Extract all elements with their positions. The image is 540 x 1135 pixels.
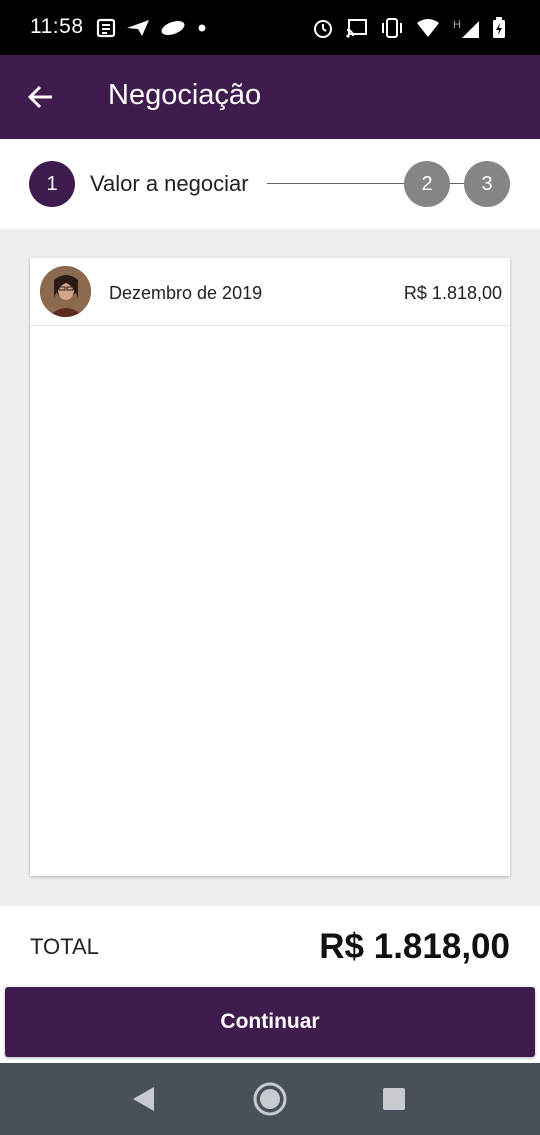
- wifi-icon: [417, 19, 439, 37]
- news-icon: [96, 18, 116, 38]
- status-time: 11:58: [30, 15, 84, 38]
- negotiation-card: Dezembro de 2019 R$ 1.818,00: [30, 258, 510, 876]
- total-value: R$ 1.818,00: [319, 927, 510, 966]
- cast-icon: [346, 19, 367, 38]
- home-circle-icon[interactable]: [252, 1081, 288, 1117]
- alarm-icon: [314, 20, 332, 38]
- app-bar: Negociação: [0, 55, 540, 139]
- back-button[interactable]: [22, 77, 62, 117]
- step-2-indicator: 2: [404, 161, 450, 207]
- page-title: Negociação: [108, 79, 262, 111]
- step-1-indicator: 1: [29, 161, 75, 207]
- step-3-number: 3: [481, 172, 493, 195]
- footer: TOTAL R$ 1.818,00 Continuar: [0, 906, 540, 1063]
- step-3-indicator: 3: [464, 161, 510, 207]
- dot-icon: [198, 24, 206, 32]
- avatar: [40, 266, 91, 317]
- svg-text:H: H: [453, 19, 461, 31]
- person-avatar-icon: [40, 266, 91, 317]
- stepper: 1 Valor a negociar 2 3: [0, 139, 540, 229]
- vibrate-icon: [382, 18, 402, 38]
- recents-square-icon[interactable]: [382, 1087, 406, 1111]
- list-item-value: R$ 1.818,00: [403, 283, 502, 303]
- continue-button-label: Continuar: [220, 1010, 320, 1033]
- step-1-label: Valor a negociar: [90, 171, 249, 196]
- total-label: TOTAL: [30, 934, 99, 959]
- battery-icon: [493, 17, 505, 38]
- back-triangle-icon[interactable]: [130, 1085, 156, 1113]
- continue-button[interactable]: Continuar: [5, 987, 535, 1057]
- status-bar: 11:58 H: [0, 0, 540, 55]
- arrow-left-icon: [27, 85, 52, 109]
- step-2-number: 2: [421, 172, 433, 195]
- list-item[interactable]: Dezembro de 2019 R$ 1.818,00: [30, 258, 510, 326]
- system-nav-bar: [0, 1063, 540, 1135]
- list-item-month: Dezembro de 2019: [109, 283, 263, 303]
- step-1-number: 1: [46, 172, 58, 195]
- signal-h-icon: H: [453, 19, 479, 38]
- send-icon: [127, 20, 149, 36]
- app-badge-icon: [161, 21, 185, 35]
